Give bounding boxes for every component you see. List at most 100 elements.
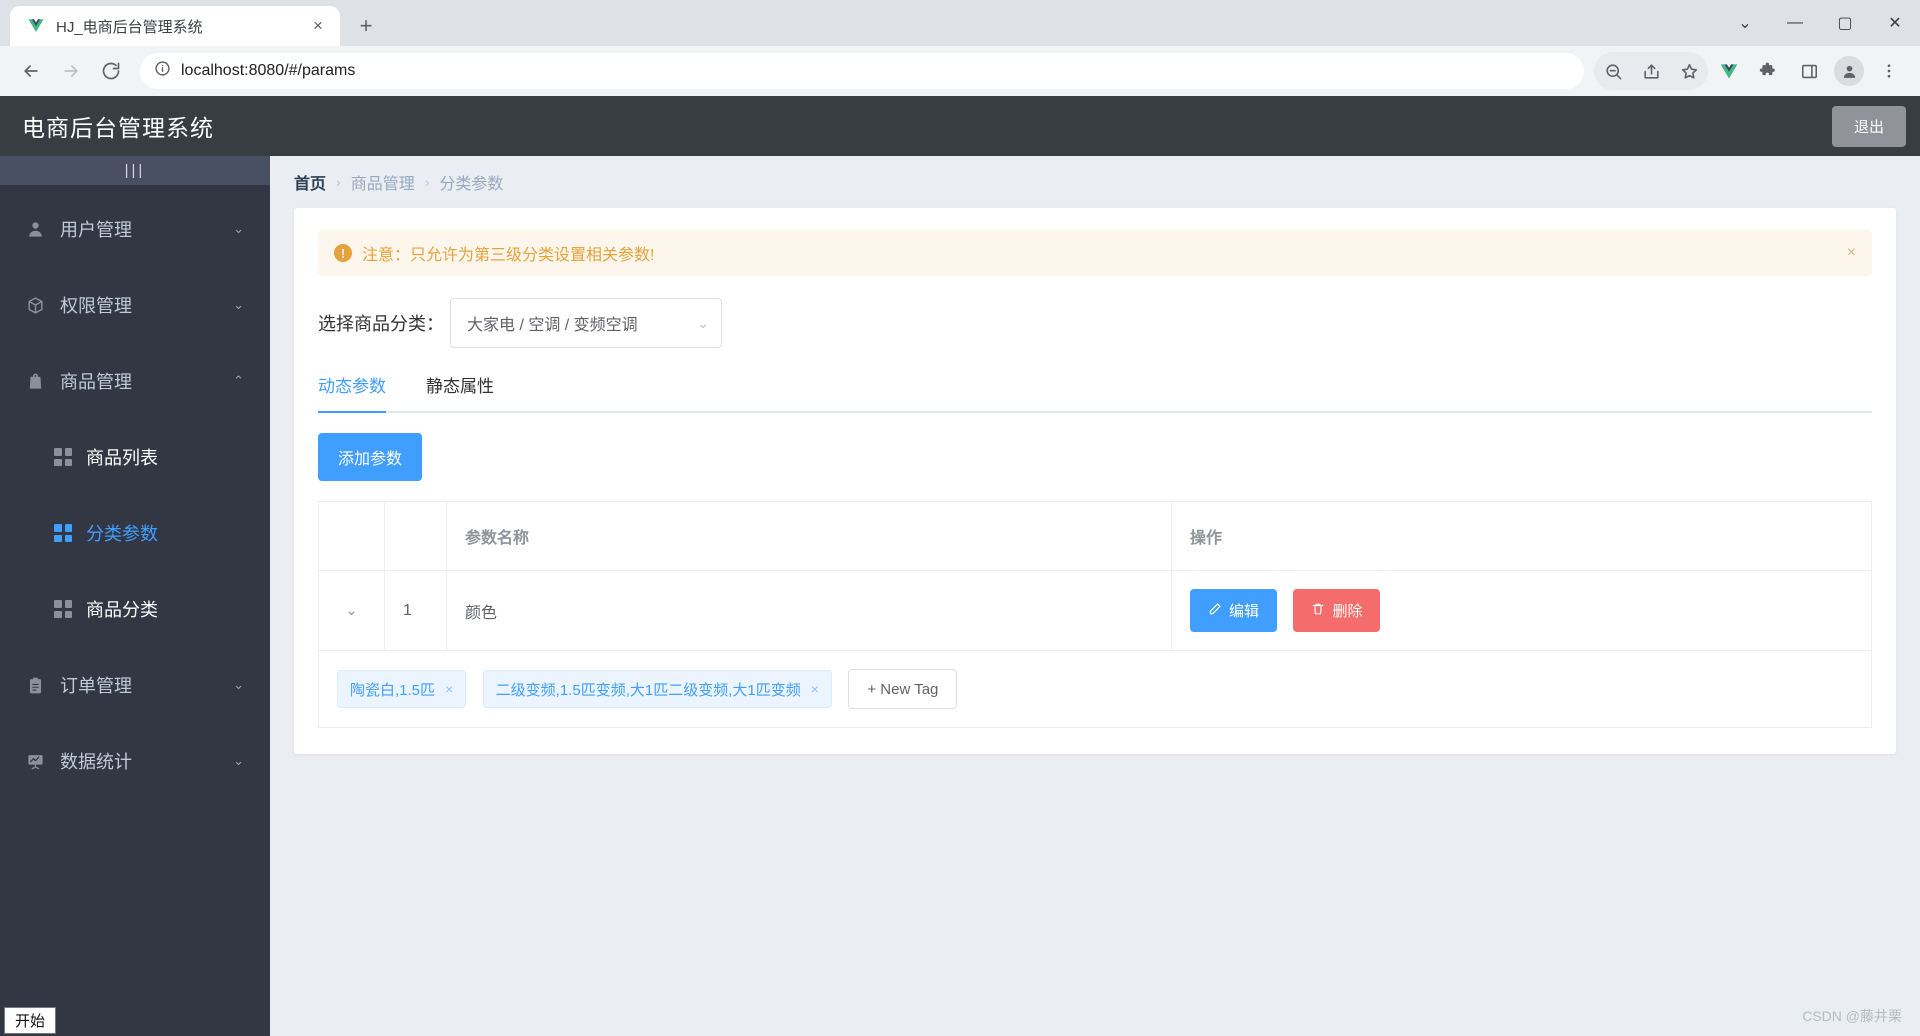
params-card: ! 注意：只允许为第三级分类设置相关参数! × 选择商品分类： 大家电 / 空调… [294, 208, 1896, 754]
omnibox-action-group [1594, 52, 1708, 90]
box-icon [24, 294, 46, 316]
table-header-name: 参数名称 [446, 501, 1172, 571]
tag-list: 陶瓷白,1.5匹 × 二级变频,1.5匹变频,大1匹二级变频,大1匹变频 × +… [318, 650, 1872, 728]
new-tag-button[interactable]: + New Tag [848, 669, 958, 709]
extensions-puzzle-icon[interactable] [1750, 52, 1788, 90]
tab-search-icon[interactable]: ⌄ [1720, 0, 1770, 46]
param-tabs: 动态参数 静态属性 [318, 368, 1872, 413]
profile-avatar-icon[interactable] [1834, 56, 1864, 86]
row-param-name: 颜色 [446, 570, 1172, 651]
bag-icon [24, 370, 46, 392]
sidebar-item-label: 用户管理 [60, 220, 132, 240]
chart-board-icon [24, 750, 46, 772]
address-bar-url: localhost:8080/#/params [181, 62, 356, 79]
tab-close-icon[interactable]: × [306, 14, 330, 38]
toolbar-actions [1594, 52, 1908, 90]
minimize-button[interactable]: — [1770, 0, 1820, 46]
grid-icon [54, 448, 72, 466]
tag-close-icon[interactable]: × [445, 681, 453, 697]
sidebar-item-rights[interactable]: 权限管理 ⌄ [0, 267, 270, 343]
watermark: CSDN @藤井栗 [1802, 1008, 1902, 1024]
sidebar-item-label: 商品分类 [86, 600, 158, 620]
edit-button[interactable]: 编辑 [1190, 589, 1278, 632]
vue-devtools-icon[interactable] [1710, 52, 1748, 90]
chevron-down-icon: ⌄ [697, 314, 709, 331]
row-index: 1 [384, 570, 447, 651]
grid-icon [54, 524, 72, 542]
grid-icon [54, 600, 72, 618]
table-row[interactable]: ⌄ 1 颜色 编辑 删除 [318, 570, 1872, 651]
content-area: 首页 › 商品管理 › 分类参数 ! 注意：只允许为第三级分类设置相关参数! × [270, 156, 1920, 1036]
sidebar-item-goods[interactable]: 商品管理 ⌃ [0, 343, 270, 419]
sidebar-menu: 用户管理 ⌄ 权限管理 ⌄ 商品管理 ⌃ 商品列表 分类参数 商品分类 订单管理… [0, 185, 270, 799]
tab-dynamic-params[interactable]: 动态参数 [318, 368, 386, 413]
back-button[interactable] [12, 52, 50, 90]
delete-button-label: 删除 [1332, 603, 1363, 620]
sidebar-item-label: 分类参数 [86, 524, 158, 544]
browser-tab-title: HJ_电商后台管理系统 [56, 18, 203, 36]
sidebar-item-params[interactable]: 分类参数 [0, 495, 270, 571]
address-bar[interactable]: localhost:8080/#/params [140, 53, 1584, 89]
user-icon [24, 218, 46, 240]
zoom-out-icon[interactable] [1594, 52, 1632, 90]
sidebar-item-label: 订单管理 [60, 676, 132, 696]
trash-icon [1311, 602, 1325, 620]
param-tag[interactable]: 陶瓷白,1.5匹 × [337, 670, 467, 708]
tab-static-attrs[interactable]: 静态属性 [426, 368, 494, 411]
breadcrumb-item-params: 分类参数 [439, 176, 504, 193]
sidebar-item-label: 数据统计 [60, 752, 132, 772]
chevron-down-icon: ⌄ [233, 753, 244, 768]
warning-alert: ! 注意：只允许为第三级分类设置相关参数! × [318, 230, 1872, 276]
delete-button[interactable]: 删除 [1293, 589, 1381, 632]
close-window-button[interactable]: ✕ [1870, 0, 1920, 46]
maximize-button[interactable]: ▢ [1820, 0, 1870, 46]
browser-tab[interactable]: HJ_电商后台管理系统 × [10, 6, 340, 46]
add-param-button[interactable]: 添加参数 [318, 433, 423, 481]
param-tag-label: 陶瓷白,1.5匹 [350, 681, 436, 699]
chrome-menu-icon[interactable] [1870, 52, 1908, 90]
sidebar-item-users[interactable]: 用户管理 ⌄ [0, 191, 270, 267]
breadcrumb-item-goods[interactable]: 商品管理 [351, 170, 415, 194]
logout-button[interactable]: 退出 [1831, 105, 1906, 147]
browser-window: HJ_电商后台管理系统 × + ⌄ — ▢ ✕ localhost:8080/#… [0, 0, 1920, 1036]
sidebar-item-reports[interactable]: 数据统计 ⌄ [0, 723, 270, 799]
param-tag[interactable]: 二级变频,1.5匹变频,大1匹二级变频,大1匹变频 × [482, 670, 832, 708]
sidebar-item-label: 商品管理 [60, 372, 132, 392]
sidebar-item-label: 商品列表 [86, 448, 158, 468]
category-select-row: 选择商品分类： 大家电 / 空调 / 变频空调 ⌄ [318, 298, 1872, 348]
chevron-down-icon: ⌄ [233, 221, 244, 236]
bookmark-star-icon[interactable] [1670, 52, 1708, 90]
breadcrumb-separator-icon: › [424, 174, 430, 190]
tab-strip: HJ_电商后台管理系统 × + ⌄ — ▢ ✕ [0, 0, 1920, 46]
sidebar-item-orders[interactable]: 订单管理 ⌄ [0, 647, 270, 723]
table-header-operations: 操作 [1171, 501, 1872, 571]
sidebar-collapse-toggle[interactable]: ||| [0, 156, 270, 185]
side-panel-icon[interactable] [1790, 52, 1828, 90]
new-tab-button[interactable]: + [348, 8, 384, 44]
forward-button[interactable] [52, 52, 90, 90]
share-icon[interactable] [1632, 52, 1670, 90]
start-button[interactable]: 开始 [4, 1007, 57, 1034]
breadcrumb-item-home[interactable]: 首页 [294, 170, 326, 194]
alert-close-icon[interactable]: × [1847, 244, 1856, 262]
sidebar-item-categories[interactable]: 商品分类 [0, 571, 270, 647]
browser-toolbar: localhost:8080/#/params [0, 46, 1920, 96]
category-cascader[interactable]: 大家电 / 空调 / 变频空调 ⌄ [450, 298, 722, 348]
table-expanded-row: 陶瓷白,1.5匹 × 二级变频,1.5匹变频,大1匹二级变频,大1匹变频 × +… [318, 650, 1872, 728]
warning-icon: ! [334, 244, 352, 262]
row-expand-cell[interactable]: ⌄ [318, 570, 385, 651]
reload-button[interactable] [92, 52, 130, 90]
category-cascader-value: 大家电 / 空调 / 变频空调 [467, 317, 638, 334]
sidebar: ||| 用户管理 ⌄ 权限管理 ⌄ 商品管理 ⌃ 商品列表 分类参数 商品分类 … [0, 156, 270, 1036]
app-header: 电商后台管理系统 退出 [0, 96, 1920, 156]
page-title: 电商后台管理系统 [22, 115, 214, 141]
chevron-down-icon[interactable]: ⌄ [337, 602, 366, 619]
chevron-down-icon: ⌄ [233, 677, 244, 692]
table-header-row: 参数名称 操作 [318, 501, 1872, 571]
sidebar-item-goods-list[interactable]: 商品列表 [0, 419, 270, 495]
tag-close-icon[interactable]: × [811, 681, 819, 697]
chevron-up-icon: ⌃ [233, 373, 244, 388]
pencil-icon [1208, 602, 1222, 620]
info-circle-icon[interactable] [154, 60, 171, 82]
window-controls: ⌄ — ▢ ✕ [1720, 0, 1920, 46]
